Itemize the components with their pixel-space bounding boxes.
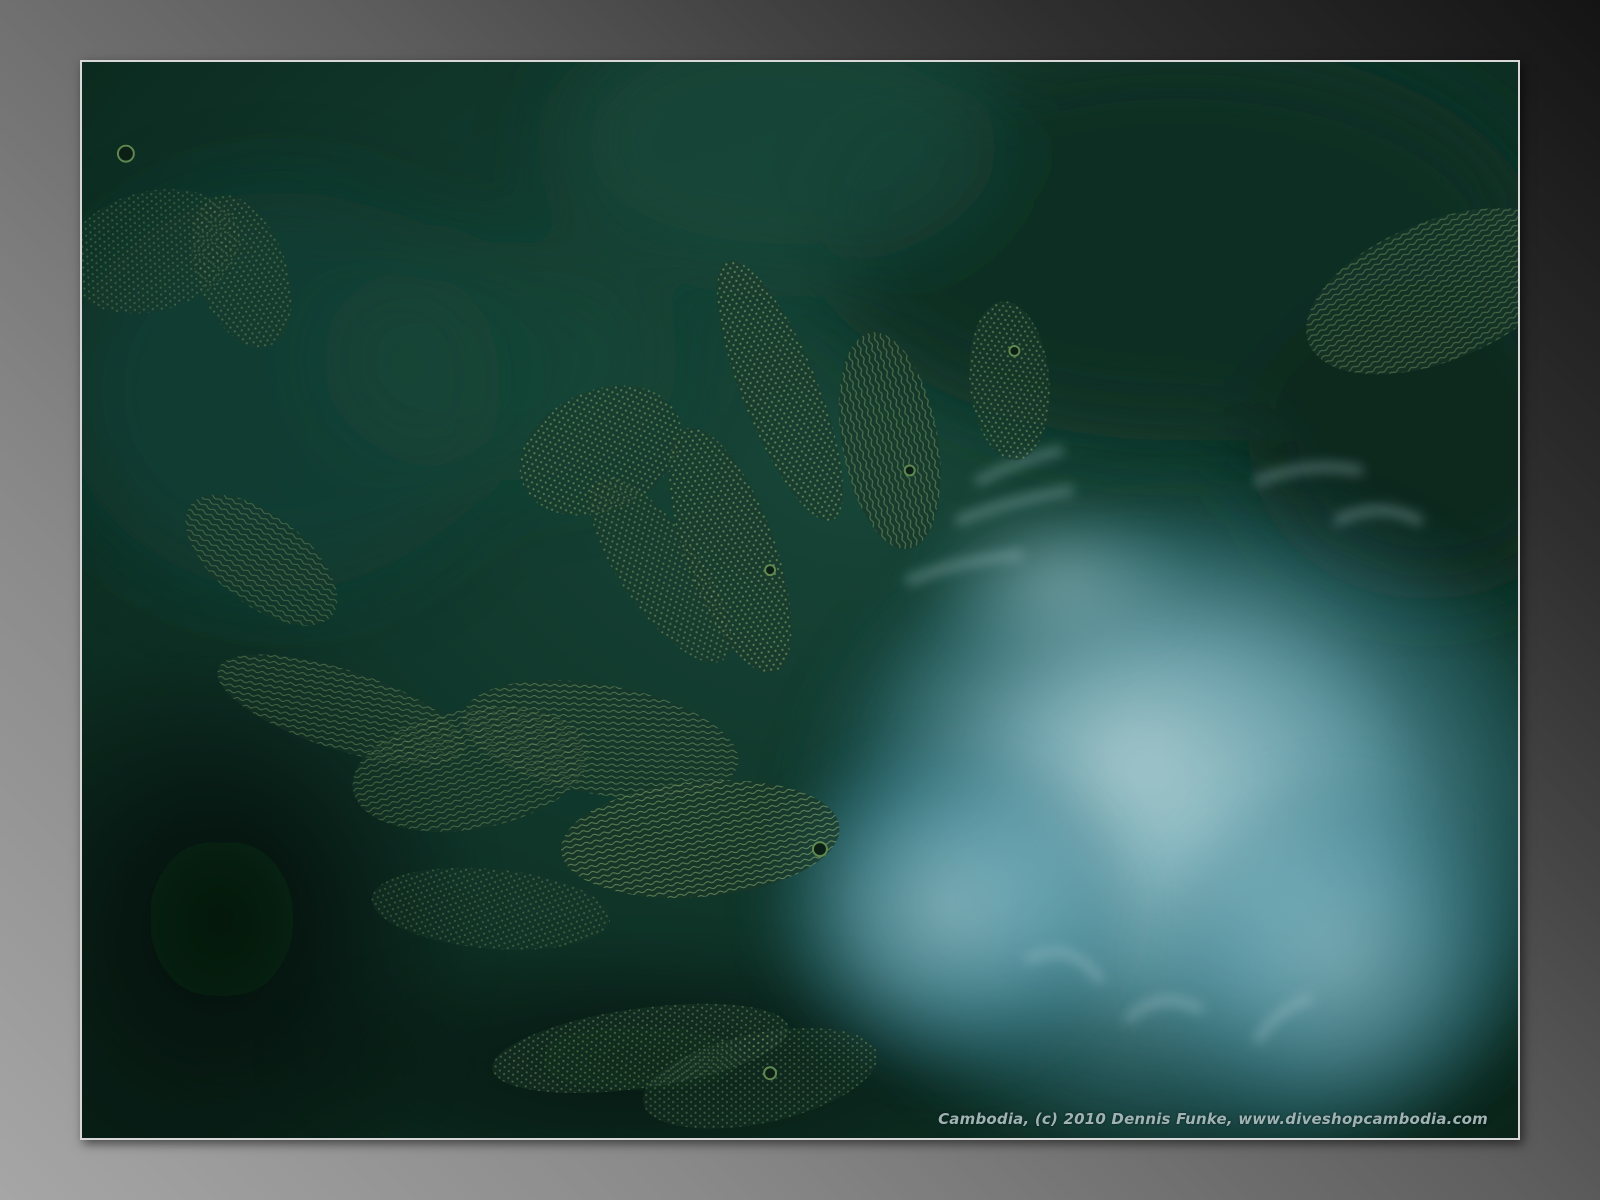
underwater-photo (82, 62, 1518, 1138)
photo-frame: Cambodia, (c) 2010 Dennis Funke, www.div… (80, 60, 1520, 1140)
photo-caption: Cambodia, (c) 2010 Dennis Funke, www.div… (938, 1110, 1488, 1128)
water-haze (82, 62, 1518, 1138)
